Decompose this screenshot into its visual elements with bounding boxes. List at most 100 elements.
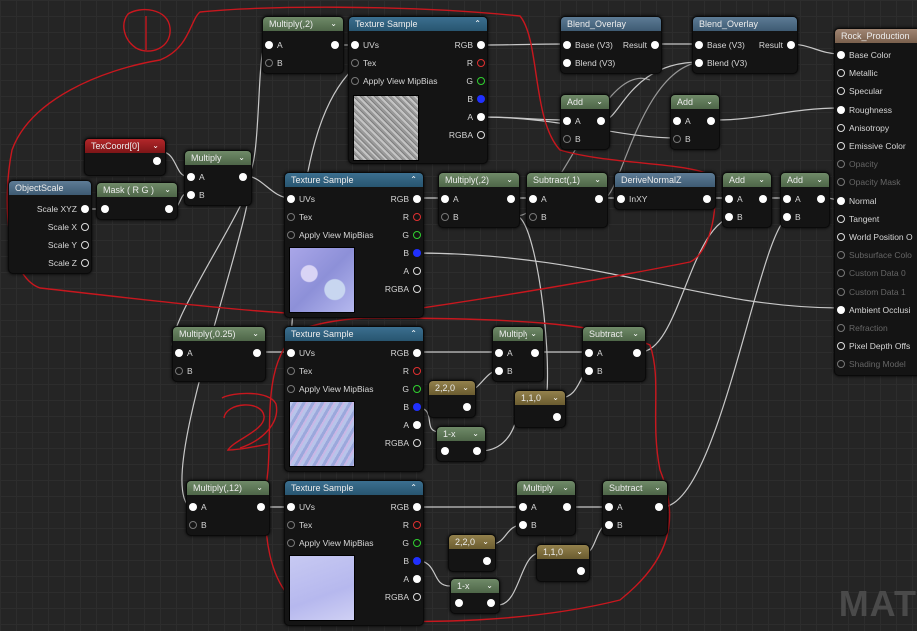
pin-rgba[interactable]: RGBA bbox=[385, 589, 423, 605]
input-pin[interactable] bbox=[441, 447, 449, 455]
chevron-down-icon[interactable]: ⌄ bbox=[238, 151, 245, 165]
chevron-down-icon[interactable]: ⌄ bbox=[576, 545, 583, 559]
output-pin[interactable] bbox=[483, 557, 491, 565]
chevron-down-icon[interactable]: ⌄ bbox=[486, 579, 493, 593]
chevron-down-icon[interactable]: ⌄ bbox=[596, 95, 603, 109]
pin-b[interactable]: B bbox=[439, 209, 459, 225]
output-pin[interactable] bbox=[487, 599, 495, 607]
pin-g[interactable]: G bbox=[402, 381, 423, 397]
material-pin[interactable]: Custom Data 0 bbox=[835, 265, 906, 281]
mask-node[interactable]: Mask ( R G ) ⌄ bbox=[96, 182, 178, 220]
multiply-12-node[interactable]: Multiply(,12) ⌄ A B bbox=[186, 480, 270, 536]
pin-r[interactable]: R bbox=[403, 363, 423, 379]
pin-rgb[interactable]: RGB bbox=[455, 37, 487, 53]
pin-a[interactable]: A bbox=[439, 191, 459, 207]
pin-uvs[interactable]: UVs bbox=[285, 345, 315, 361]
output-pin[interactable] bbox=[577, 567, 585, 575]
multiply-025-node[interactable]: Multiply(,0.25) ⌄ A B bbox=[172, 326, 266, 382]
pin-g[interactable]: G bbox=[466, 73, 487, 89]
derive-normal-z-node[interactable]: DeriveNormalZ InXY bbox=[614, 172, 716, 210]
pin-b[interactable]: B bbox=[467, 91, 487, 107]
pin-a[interactable]: A bbox=[185, 169, 205, 185]
output-pin[interactable] bbox=[507, 195, 515, 203]
chevron-down-icon[interactable]: ⌄ bbox=[654, 481, 661, 495]
pin-rgb[interactable]: RGB bbox=[391, 345, 423, 361]
subtract-node-1[interactable]: Subtract(,1) ⌄ A B bbox=[526, 172, 608, 228]
pin-a[interactable]: A bbox=[263, 37, 283, 53]
pin-r[interactable]: R bbox=[467, 55, 487, 71]
chevron-down-icon[interactable]: ⌄ bbox=[816, 173, 823, 187]
chevron-down-icon[interactable]: ⌄ bbox=[256, 481, 263, 495]
one-minus-node-1[interactable]: 1-x ⌄ bbox=[436, 426, 486, 462]
pin-a[interactable]: A bbox=[403, 263, 423, 279]
output-pin[interactable] bbox=[331, 41, 339, 49]
pin-rgba[interactable]: RGBA bbox=[385, 281, 423, 297]
pin-b[interactable]: B bbox=[403, 399, 423, 415]
pin-blend[interactable]: Blend (V3) bbox=[693, 55, 747, 71]
pin-b[interactable]: B bbox=[671, 131, 691, 147]
output-pin[interactable] bbox=[253, 349, 261, 357]
output-pin[interactable] bbox=[633, 349, 641, 357]
pin-rgb[interactable]: RGB bbox=[391, 191, 423, 207]
add-node-c[interactable]: Add ⌄ A B bbox=[722, 172, 772, 228]
pin-b[interactable]: B bbox=[493, 363, 513, 379]
constant-220-node-2[interactable]: 2,2,0 ⌄ bbox=[448, 534, 496, 572]
chevron-down-icon[interactable]: ⌄ bbox=[506, 173, 513, 187]
pin-a[interactable]: A bbox=[173, 345, 193, 361]
material-pin[interactable]: Shading Model bbox=[835, 356, 906, 372]
pin-a[interactable]: A bbox=[517, 499, 537, 515]
material-pin[interactable]: Opacity bbox=[835, 156, 878, 172]
chevron-up-icon[interactable]: ⌃ bbox=[410, 327, 417, 341]
pin-mipbias[interactable]: Apply View MipBias bbox=[349, 73, 438, 89]
pin-a[interactable]: A bbox=[781, 191, 801, 207]
pin-base[interactable]: Base (V3) bbox=[693, 37, 745, 53]
add-node-d[interactable]: Add ⌄ A B bbox=[780, 172, 830, 228]
pin-tex[interactable]: Tex bbox=[285, 209, 312, 225]
constant-110-node-1[interactable]: 1,1,0 ⌄ bbox=[514, 390, 566, 428]
pin-a[interactable]: A bbox=[403, 417, 423, 433]
pin-tex[interactable]: Tex bbox=[285, 363, 312, 379]
pin-a[interactable]: A bbox=[527, 191, 547, 207]
graph-canvas[interactable]: Multiply(,2) ⌄ A B Texture Sample ⌃ UVs Te… bbox=[0, 0, 917, 631]
material-pin[interactable]: Custom Data 1 bbox=[835, 284, 906, 300]
input-pin[interactable] bbox=[455, 599, 463, 607]
chevron-up-icon[interactable]: ⌃ bbox=[410, 173, 417, 187]
pin-b[interactable]: B bbox=[583, 363, 603, 379]
output-pin[interactable] bbox=[707, 117, 715, 125]
pin-g[interactable]: G bbox=[402, 227, 423, 243]
pin-a[interactable]: A bbox=[493, 345, 513, 361]
pin-rgba[interactable]: RGBA bbox=[385, 435, 423, 451]
pin-rgba[interactable]: RGBA bbox=[449, 127, 487, 143]
multiply-node-top[interactable]: Multiply(,2) ⌄ A B bbox=[262, 16, 344, 74]
texcoord-node[interactable]: TexCoord[0] ⌄ bbox=[84, 138, 166, 176]
material-pin[interactable]: Anisotropy bbox=[835, 120, 889, 136]
chevron-down-icon[interactable]: ⌄ bbox=[552, 391, 559, 405]
material-pin[interactable]: Specular bbox=[835, 83, 883, 99]
pin-scale-x[interactable]: Scale X bbox=[48, 219, 91, 235]
pin-a[interactable]: A bbox=[467, 109, 487, 125]
blend-overlay-node-1[interactable]: Blend_Overlay Base (V3) Blend (V3) Resul… bbox=[560, 16, 662, 74]
output-pin[interactable] bbox=[703, 195, 711, 203]
pin-mipbias[interactable]: Apply View MipBias bbox=[285, 227, 374, 243]
chevron-down-icon[interactable]: ⌄ bbox=[758, 173, 765, 187]
material-pin[interactable]: Roughness bbox=[835, 102, 892, 118]
chevron-down-icon[interactable]: ⌄ bbox=[152, 139, 159, 153]
material-pin[interactable]: Tangent bbox=[835, 211, 879, 227]
output-pin[interactable] bbox=[817, 195, 825, 203]
pin-b[interactable]: B bbox=[263, 55, 283, 71]
pin-b[interactable]: B bbox=[187, 517, 207, 533]
subtract-node-low-2[interactable]: Subtract ⌄ A B bbox=[602, 480, 668, 536]
material-pin[interactable]: Pixel Depth Offs bbox=[835, 338, 910, 354]
objectscale-node[interactable]: ObjectScale Scale XYZ Scale X Scale Y Sc… bbox=[8, 180, 92, 274]
multiply-node-low-1[interactable]: Multiply ⌄ A B bbox=[492, 326, 544, 382]
pin-a[interactable]: A bbox=[403, 571, 423, 587]
chevron-down-icon[interactable]: ⌄ bbox=[164, 183, 171, 197]
material-pin[interactable]: Ambient Occlusi bbox=[835, 302, 910, 318]
pin-scale-y[interactable]: Scale Y bbox=[48, 237, 91, 253]
pin-b[interactable]: B bbox=[527, 209, 547, 225]
blend-overlay-node-2[interactable]: Blend_Overlay Base (V3) Blend (V3) Resul… bbox=[692, 16, 798, 74]
output-pin[interactable] bbox=[165, 205, 173, 213]
pin-uvs[interactable]: UVs bbox=[285, 191, 315, 207]
pin-b[interactable]: B bbox=[185, 187, 205, 203]
pin-b[interactable]: B bbox=[403, 553, 423, 569]
